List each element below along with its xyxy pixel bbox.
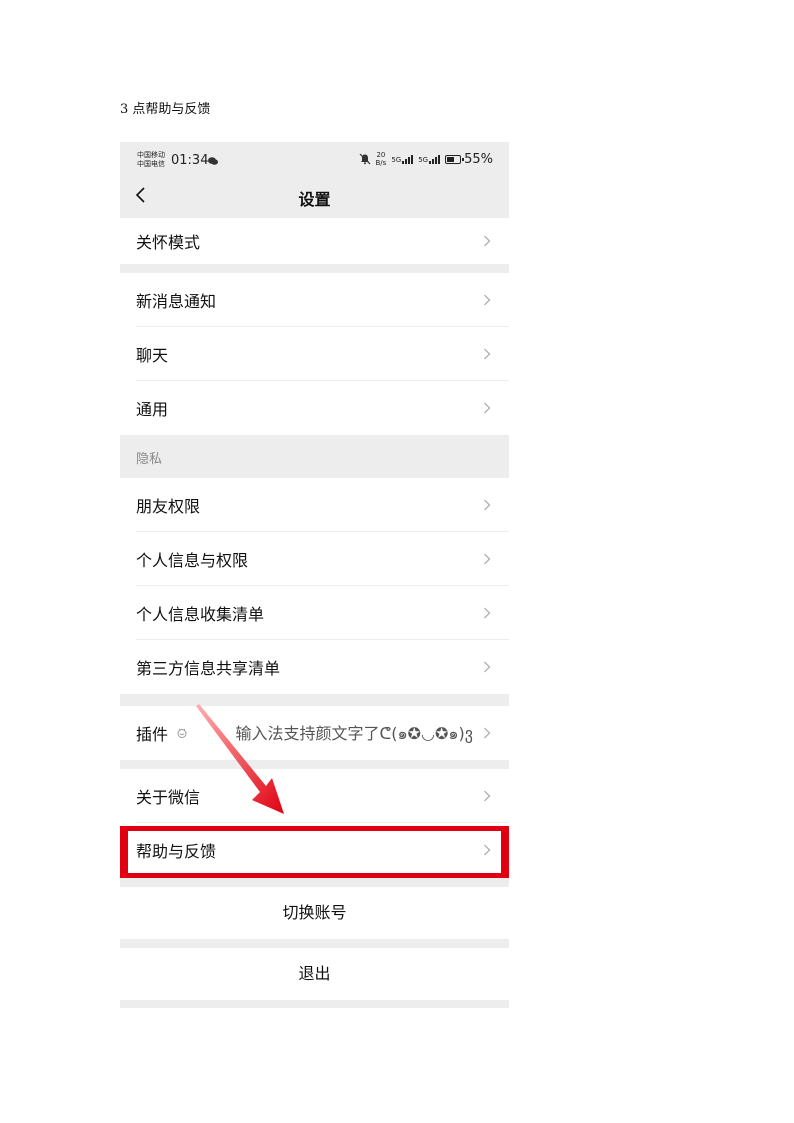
chevron-right-icon: [484, 235, 491, 247]
settings-item-personal-info-permissions[interactable]: 个人信息与权限: [120, 532, 509, 586]
settings-item-friend-permissions[interactable]: 朋友权限: [120, 478, 509, 532]
section-header-label: 隐私: [136, 452, 163, 467]
settings-item-label: 插件: [136, 725, 169, 744]
settings-item-label: 个人信息与权限: [136, 551, 249, 570]
status-bar: 中国移动 中国电信 01:34 20 B/s 5G 5G 55%: [120, 142, 509, 178]
switch-account-button[interactable]: 切换账号: [120, 887, 509, 939]
settings-group-privacy: 朋友权限 个人信息与权限 个人信息收集清单 第三方信息共享清单: [120, 478, 509, 694]
switch-account-label: 切换账号: [282, 903, 347, 922]
settings-item-about-wechat[interactable]: 关于微信: [120, 769, 509, 823]
settings-group-general: 新消息通知 聊天 通用: [120, 273, 509, 435]
settings-item-third-party-sharing[interactable]: 第三方信息共享清单: [120, 640, 509, 694]
net-speed: 20 B/s: [376, 151, 387, 167]
highlight-box-annotation: [120, 826, 509, 878]
plugin-status-icon: [177, 728, 187, 738]
page-caption: 3 点帮助与反馈: [120, 102, 211, 117]
signal-1: 5G: [391, 154, 414, 164]
carrier-2: 中国电信: [137, 160, 165, 168]
settings-item-label: 个人信息收集清单: [136, 605, 265, 624]
signal-bars-icon: [402, 154, 414, 164]
carrier-1: 中国移动: [137, 151, 165, 159]
status-time: 01:34: [171, 153, 209, 168]
section-header-privacy: 隐私: [120, 435, 509, 477]
settings-item-label: 第三方信息共享清单: [136, 659, 281, 678]
settings-item-plugins[interactable]: 插件 输入法支持颜文字了ᕦ(๑✪◡✪๑)ვ: [120, 706, 509, 760]
settings-item-label: 通用: [136, 400, 169, 419]
settings-item-care-mode[interactable]: 关怀模式: [120, 218, 509, 264]
chevron-right-icon: [484, 553, 491, 565]
logout-button[interactable]: 退出: [120, 948, 509, 1000]
logout-label: 退出: [298, 964, 331, 983]
status-icons: 20 B/s 5G 5G 55%: [359, 151, 493, 167]
settings-group-plugins: 插件 输入法支持颜文字了ᕦ(๑✪◡✪๑)ვ: [120, 706, 509, 760]
settings-item-label: 朋友权限: [136, 497, 201, 516]
phone-screenshot: 中国移动 中国电信 01:34 20 B/s 5G 5G 55% 设置 关怀模式…: [120, 142, 509, 1008]
bottom-spacer: [120, 1002, 509, 1008]
settings-item-label: 关怀模式: [136, 233, 201, 252]
battery-indicator: 55%: [445, 152, 493, 167]
chevron-right-icon: [484, 294, 491, 306]
settings-item-general[interactable]: 通用: [120, 381, 509, 435]
navbar: 设置: [120, 178, 509, 218]
chevron-right-icon: [484, 499, 491, 511]
net-speed-value: 20: [376, 151, 386, 159]
battery-icon: [445, 154, 465, 164]
chevron-right-icon: [484, 661, 491, 673]
settings-item-label: 关于微信: [136, 788, 201, 807]
signal-bars-icon: [429, 154, 441, 164]
signal-1-label: 5G: [391, 155, 402, 164]
signal-2-label: 5G: [418, 155, 429, 164]
settings-item-label: 新消息通知: [136, 292, 217, 311]
red-arrow-annotation: [196, 704, 284, 814]
settings-item-label: 聊天: [136, 346, 169, 365]
chevron-right-icon: [484, 727, 491, 739]
net-speed-unit: B/s: [375, 159, 387, 167]
mute-bell-icon: [359, 153, 370, 165]
page-title: 设置: [298, 190, 331, 209]
carrier-labels: 中国移动 中国电信: [137, 151, 165, 169]
signal-2: 5G: [418, 154, 441, 164]
settings-item-new-message-notify[interactable]: 新消息通知: [120, 273, 509, 327]
battery-level: 55%: [464, 151, 493, 167]
wechat-notification-icon: [208, 157, 218, 165]
chevron-right-icon: [484, 790, 491, 802]
settings-item-chat[interactable]: 聊天: [120, 327, 509, 381]
chevron-right-icon: [484, 607, 491, 619]
chevron-right-icon: [484, 348, 491, 360]
settings-group-care: 关怀模式: [120, 218, 509, 264]
settings-item-personal-info-list[interactable]: 个人信息收集清单: [120, 586, 509, 640]
chevron-right-icon: [484, 402, 491, 414]
